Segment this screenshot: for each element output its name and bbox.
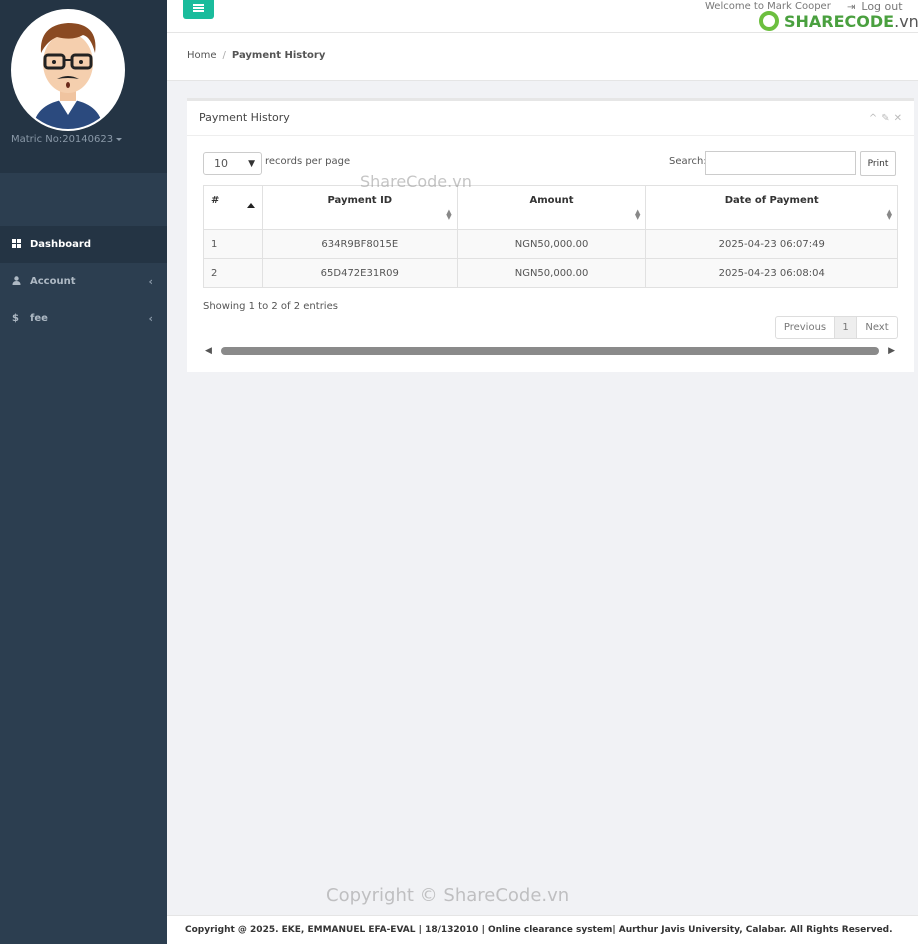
breadcrumb: Home / Payment History bbox=[187, 50, 325, 61]
panel-title: Payment History bbox=[199, 111, 290, 124]
collapse-icon[interactable]: ^ bbox=[869, 113, 881, 124]
table-row: 2 65D472E31R09 NGN50,000.00 2025-04-23 0… bbox=[203, 258, 898, 288]
chevron-down-icon: ▼ bbox=[248, 159, 255, 169]
cell-payment-id: 65D472E31R09 bbox=[261, 258, 458, 288]
close-icon[interactable]: ✕ bbox=[894, 113, 906, 124]
sidebar-item-account[interactable]: Account ‹ bbox=[0, 263, 167, 300]
topbar: Welcome to Mark Cooper ⇥ Log out SHARECOD… bbox=[167, 0, 918, 32]
payment-table: # Payment ID ▲ ▼ Amount ▲ ▼ Date of Payment ▲… bbox=[203, 185, 898, 288]
cell-date: 2025-04-23 06:07:49 bbox=[645, 229, 898, 259]
sort-icon: ▲ ▼ bbox=[886, 208, 892, 221]
sharecode-logo-icon bbox=[759, 11, 779, 31]
breadcrumb-home[interactable]: Home bbox=[187, 50, 217, 61]
cell-date: 2025-04-23 06:08:04 bbox=[645, 258, 898, 288]
scroll-left-icon[interactable]: ◀ bbox=[205, 346, 212, 356]
scrollbar-thumb[interactable] bbox=[221, 347, 879, 355]
chevron-left-icon: ‹ bbox=[148, 312, 153, 325]
logo-brand: SHARECODE bbox=[784, 12, 895, 31]
column-header-payment-id[interactable]: Payment ID ▲ ▼ bbox=[261, 185, 458, 230]
records-per-page-value: 10 bbox=[214, 157, 228, 170]
sidebar-item-fee[interactable]: $ fee ‹ bbox=[0, 300, 167, 337]
footer: Copyright @ 2025. EKE, EMMANUEL EFA-EVAL… bbox=[167, 915, 918, 944]
hamburger-icon bbox=[193, 6, 204, 9]
dollar-icon: $ bbox=[12, 313, 19, 324]
next-page-button[interactable]: Next bbox=[857, 317, 897, 338]
panel-tools: ^✎✕ bbox=[869, 113, 906, 124]
breadcrumb-current: Payment History bbox=[231, 50, 326, 61]
page-1-button[interactable]: 1 bbox=[835, 317, 857, 338]
print-button[interactable]: Print bbox=[860, 151, 896, 176]
sort-icon: ▲ ▼ bbox=[635, 208, 641, 221]
breadcrumb-separator: / bbox=[222, 50, 226, 61]
column-header-date[interactable]: Date of Payment ▲ ▼ bbox=[645, 185, 898, 230]
sort-ascending-icon bbox=[246, 203, 255, 208]
sort-icon: ▲ ▼ bbox=[446, 208, 452, 221]
wrench-icon[interactable]: ✎ bbox=[881, 113, 893, 124]
sidebar-item-label: fee bbox=[30, 313, 48, 324]
grid-icon bbox=[12, 238, 26, 251]
sidebar-item-label: Account bbox=[30, 276, 76, 287]
column-header-label: Payment ID bbox=[327, 195, 393, 206]
chevron-left-icon: ‹ bbox=[148, 275, 153, 288]
scroll-right-icon[interactable]: ▶ bbox=[888, 346, 895, 356]
payment-history-panel: Payment History ^✎✕ 10 ▼ records per pag… bbox=[187, 98, 914, 372]
cell-number: 2 bbox=[203, 258, 263, 288]
watermark-bottom: Copyright © ShareCode.vn bbox=[326, 885, 570, 906]
column-header-label: Date of Payment bbox=[724, 195, 819, 206]
column-header-amount[interactable]: Amount ▲ ▼ bbox=[456, 185, 647, 230]
column-header-label: Amount bbox=[529, 195, 574, 206]
matric-label: Matric No:20140623 bbox=[11, 134, 114, 145]
avatar[interactable] bbox=[11, 9, 125, 131]
previous-page-button[interactable]: Previous bbox=[776, 317, 835, 338]
user-icon bbox=[12, 275, 26, 288]
horizontal-scrollbar[interactable]: ◀ ▶ bbox=[205, 345, 895, 357]
watermark-top: ShareCode.vn bbox=[360, 172, 472, 191]
panel-header: Payment History ^✎✕ bbox=[187, 101, 914, 136]
sidebar-item-label: Dashboard bbox=[30, 239, 91, 250]
pagination: Previous 1 Next bbox=[775, 316, 898, 339]
records-per-page-label: records per page bbox=[265, 156, 351, 167]
cell-payment-id: 634R9BF8015E bbox=[261, 229, 458, 259]
matric-dropdown[interactable]: Matric No:20140623 bbox=[11, 134, 123, 145]
sharecode-logo: SHARECODE.vn bbox=[784, 12, 918, 31]
records-per-page-select[interactable]: 10 ▼ bbox=[203, 152, 262, 175]
menu-toggle-button[interactable] bbox=[183, 0, 214, 19]
breadcrumb-bar: Home / Payment History bbox=[167, 32, 918, 81]
column-header-number[interactable]: # bbox=[203, 185, 263, 230]
sidebar-item-dashboard[interactable]: Dashboard bbox=[0, 226, 167, 263]
cell-number: 1 bbox=[203, 229, 263, 259]
table-info: Showing 1 to 2 of 2 entries bbox=[203, 301, 338, 312]
profile-section: Matric No:20140623 bbox=[0, 0, 167, 173]
avatar-illustration bbox=[13, 11, 123, 129]
caret-down-icon bbox=[116, 137, 123, 141]
search-label: Search: bbox=[669, 156, 707, 167]
cell-amount: NGN50,000.00 bbox=[456, 258, 647, 288]
logo-suffix: .vn bbox=[894, 12, 918, 31]
search-input[interactable] bbox=[705, 151, 856, 175]
column-header-label: # bbox=[211, 195, 220, 206]
table-row: 1 634R9BF8015E NGN50,000.00 2025-04-23 0… bbox=[203, 229, 898, 259]
sidebar: Matric No:20140623 Dashboard Account ‹ $… bbox=[0, 0, 167, 944]
footer-text: Copyright @ 2025. EKE, EMMANUEL EFA-EVAL… bbox=[185, 925, 893, 935]
cell-amount: NGN50,000.00 bbox=[456, 229, 647, 259]
